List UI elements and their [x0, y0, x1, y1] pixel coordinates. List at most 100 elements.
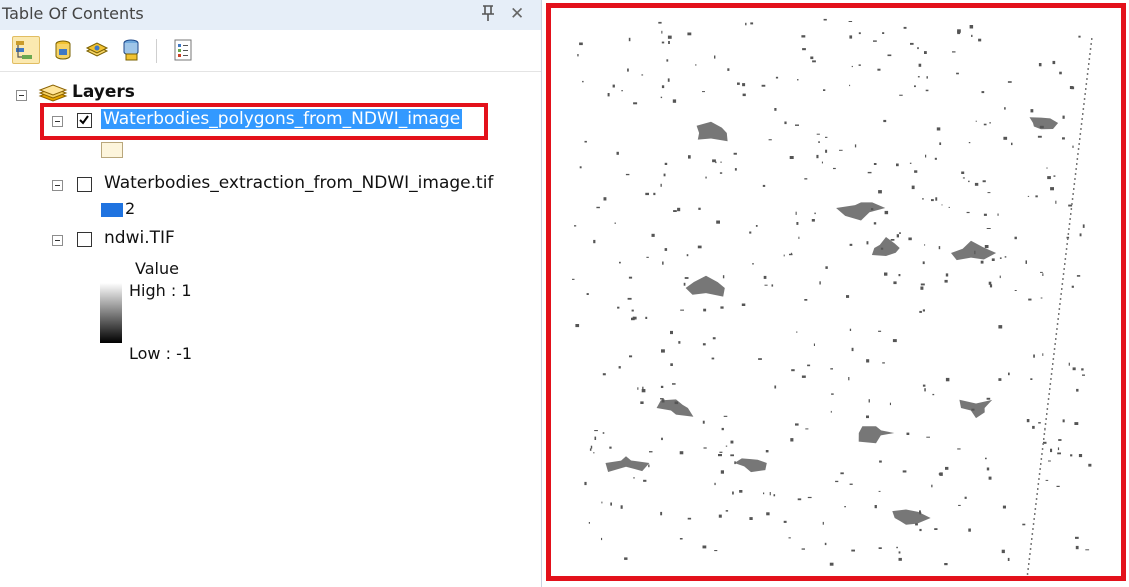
waterbody-speck — [1026, 419, 1030, 423]
layer-3-visibility-checkbox[interactable] — [77, 232, 92, 247]
waterbody-speck — [961, 171, 965, 174]
layer-1-name[interactable]: Waterbodies_polygons_from_NDWI_image — [101, 109, 463, 129]
map-view[interactable] — [546, 3, 1126, 581]
layer-2-name[interactable]: Waterbodies_extraction_from_NDWI_image.t… — [104, 173, 493, 193]
waterbody-polygon — [858, 426, 895, 444]
waterbody-speck — [783, 254, 785, 257]
map-canvas[interactable] — [551, 8, 1121, 576]
scene-boundary-dot — [1061, 283, 1064, 285]
waterbody-speck — [1079, 233, 1082, 237]
waterbody-speck — [688, 155, 691, 159]
waterbody-speck — [866, 241, 869, 245]
waterbody-speck — [851, 347, 854, 352]
waterbody-speck — [719, 451, 723, 453]
scene-boundary-dot — [1048, 393, 1050, 395]
waterbody-speck — [983, 123, 987, 126]
list-by-source-icon[interactable] — [50, 37, 76, 63]
layer-1-symbol-swatch[interactable] — [101, 142, 123, 158]
scene-boundary-dot — [1091, 38, 1093, 40]
waterbody-speck — [763, 492, 765, 495]
waterbody-speck — [830, 410, 832, 413]
waterbody-speck — [1068, 362, 1070, 366]
waterbody-speck — [667, 78, 670, 82]
scene-boundary-dot — [1077, 148, 1080, 150]
scene-boundary-dot — [1063, 268, 1065, 270]
scene-boundary-dot — [1074, 178, 1076, 180]
waterbody-speck — [1042, 353, 1044, 356]
waterbody-speck — [758, 358, 762, 360]
waterbody-speck — [602, 432, 605, 434]
waterbody-speck — [727, 68, 730, 71]
waterbody-speck — [766, 512, 770, 516]
waterbody-speck — [848, 377, 850, 381]
waterbody-speck — [829, 562, 834, 566]
waterbody-speck — [984, 245, 989, 249]
list-by-selection-icon[interactable] — [118, 37, 144, 63]
layer-2-visibility-checkbox[interactable] — [77, 177, 92, 192]
waterbody-speck — [642, 386, 644, 390]
waterbody-speck — [750, 22, 754, 25]
waterbody-speck — [628, 37, 631, 42]
waterbody-speck — [873, 163, 877, 165]
scene-boundary-dot — [1049, 388, 1051, 390]
waterbody-polygon — [871, 237, 900, 256]
scene-boundary-dot — [1059, 303, 1061, 305]
layers-root-label[interactable]: Layers — [72, 82, 135, 102]
waterbody-speck — [969, 25, 974, 29]
waterbody-speck — [602, 373, 606, 376]
waterbody-speck — [898, 557, 902, 561]
waterbody-speck — [878, 190, 882, 194]
waterbody-speck — [924, 51, 927, 54]
layer-3-gradient-ramp[interactable] — [100, 283, 122, 343]
waterbody-speck — [609, 446, 612, 449]
waterbody-speck — [910, 42, 914, 45]
layer-1-collapse-toggle[interactable] — [52, 116, 63, 127]
waterbody-speck — [643, 479, 647, 482]
waterbody-speck — [987, 192, 991, 194]
layer-1-visibility-checkbox[interactable] — [77, 113, 92, 128]
list-by-drawing-order-icon[interactable] — [12, 36, 40, 64]
waterbody-speck — [818, 141, 820, 143]
waterbody-speck — [702, 343, 706, 346]
scene-boundary-dot — [1051, 368, 1053, 370]
layer-3-collapse-toggle[interactable] — [52, 235, 63, 246]
waterbody-speck — [938, 246, 941, 250]
waterbody-speck — [975, 120, 977, 122]
list-by-visibility-icon[interactable] — [84, 37, 110, 63]
scene-boundary-dot — [1088, 58, 1091, 60]
waterbody-speck — [1022, 523, 1026, 526]
waterbody-speck — [968, 180, 970, 183]
scene-boundary-dot — [1058, 308, 1061, 310]
waterbody-speck — [684, 277, 689, 279]
waterbody-speck — [730, 440, 734, 444]
pin-icon[interactable] — [480, 4, 496, 27]
waterbody-speck — [917, 47, 919, 50]
scene-boundary-dot — [1068, 228, 1070, 230]
waterbody-speck — [858, 32, 861, 35]
close-icon[interactable]: ✕ — [510, 4, 524, 24]
waterbody-speck — [1052, 60, 1056, 65]
waterbody-speck — [582, 80, 584, 83]
waterbody-speck — [805, 428, 809, 430]
waterbody-speck — [1007, 557, 1010, 561]
layer-2-symbol-swatch[interactable] — [101, 203, 123, 217]
waterbody-speck — [878, 330, 882, 332]
waterbody-speck — [637, 387, 639, 390]
waterbody-speck — [668, 41, 670, 44]
waterbody-speck — [720, 306, 724, 309]
waterbody-speck — [919, 310, 922, 313]
waterbody-speck — [896, 163, 899, 167]
scene-boundary-dot — [1029, 548, 1032, 550]
layers-collapse-toggle[interactable] — [16, 90, 27, 101]
options-icon[interactable] — [170, 37, 196, 63]
scene-boundary-dot — [1043, 433, 1046, 435]
scene-boundary-dot — [1050, 378, 1052, 380]
scene-boundary-dot — [1080, 128, 1082, 130]
waterbody-speck — [734, 168, 737, 171]
scene-boundary-dot — [1086, 78, 1088, 80]
layer-2-collapse-toggle[interactable] — [52, 180, 63, 191]
toc-title-bar[interactable]: Table Of Contents ✕ — [0, 0, 541, 30]
layer-3-name[interactable]: ndwi.TIF — [104, 228, 175, 248]
scene-boundary-dot — [1052, 363, 1054, 365]
waterbody-speck — [762, 184, 766, 187]
